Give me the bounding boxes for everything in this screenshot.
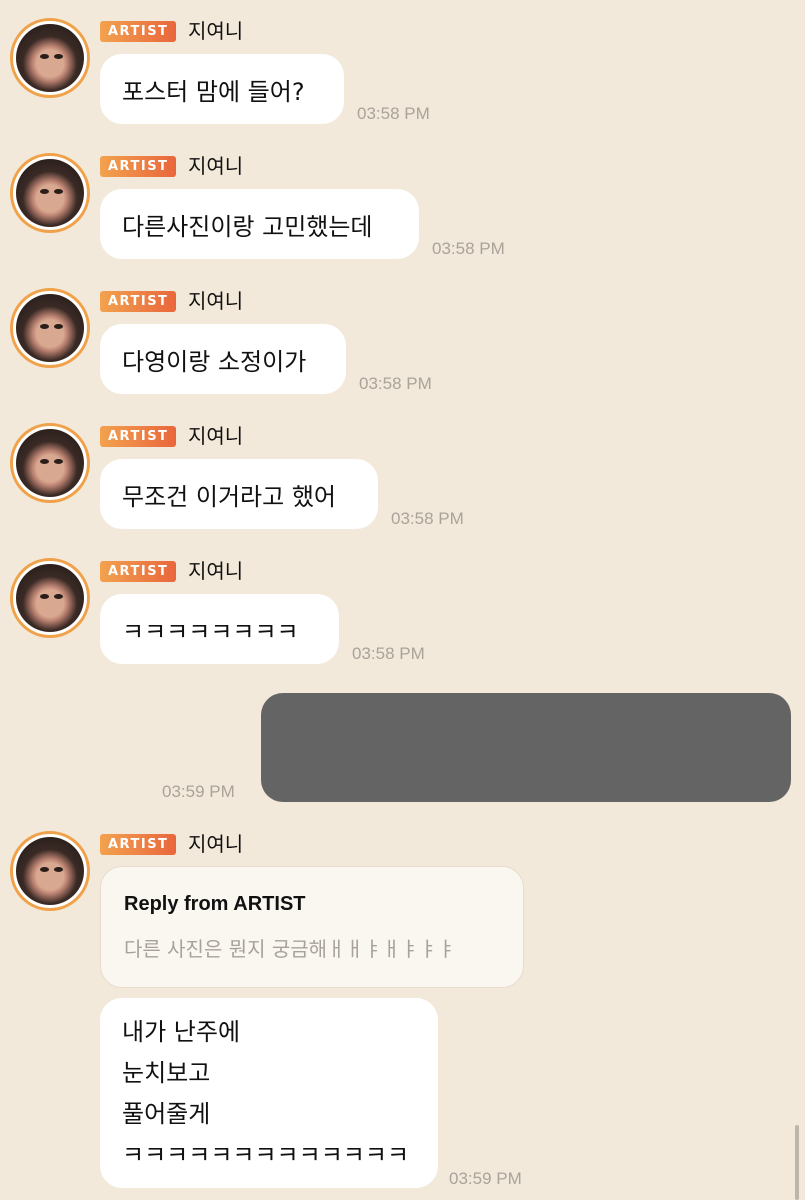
message-bubble[interactable]: 다영이랑 소정이가 xyxy=(100,324,346,394)
avatar-photo xyxy=(16,159,84,227)
artist-avatar[interactable] xyxy=(10,831,90,911)
message-bubble[interactable]: 포스터 맘에 들어? xyxy=(100,54,344,124)
artist-avatar[interactable] xyxy=(10,153,90,233)
message-time: 03:58 PM xyxy=(352,644,425,663)
sender-name: 지여니 xyxy=(188,289,244,313)
message-bubble[interactable]: ㅋㅋㅋㅋㅋㅋㅋㅋ xyxy=(100,594,339,664)
reply-quoted-text: 다른 사진은 뭔지 궁금해ㅐㅐㅑㅐㅑㅑㅑ xyxy=(124,937,456,961)
reply-line: 풀어줄게 xyxy=(122,1100,211,1128)
artist-avatar[interactable] xyxy=(10,423,90,503)
avatar-photo xyxy=(16,429,84,497)
avatar-photo xyxy=(16,564,84,632)
sender-name: 지여니 xyxy=(188,559,244,583)
scrollbar[interactable] xyxy=(795,1125,799,1200)
reply-line: ㅋㅋㅋㅋㅋㅋㅋㅋㅋㅋㅋㅋㅋ xyxy=(122,1141,410,1169)
avatar-photo xyxy=(16,837,84,905)
sender-name: 지여니 xyxy=(188,154,244,178)
my-message-time: 03:59 PM xyxy=(162,782,235,801)
artist-avatar[interactable] xyxy=(10,18,90,98)
artist-badge: ARTIST xyxy=(100,291,177,312)
reply-message-bubble[interactable]: 내가 난주에 눈치보고 풀어줄게 ㅋㅋㅋㅋㅋㅋㅋㅋㅋㅋㅋㅋㅋ xyxy=(100,998,438,1188)
avatar-photo xyxy=(16,24,84,92)
artist-badge: ARTIST xyxy=(100,426,177,447)
avatar-photo xyxy=(16,294,84,362)
message-time: 03:58 PM xyxy=(357,104,430,123)
artist-badge: ARTIST xyxy=(100,561,177,582)
reply-time: 03:59 PM xyxy=(449,1169,522,1188)
artist-badge: ARTIST xyxy=(100,21,177,42)
message-time: 03:58 PM xyxy=(391,509,464,528)
message-time: 03:58 PM xyxy=(432,239,505,258)
message-time: 03:58 PM xyxy=(359,374,432,393)
reply-title: Reply from ARTIST xyxy=(124,893,306,915)
artist-avatar[interactable] xyxy=(10,558,90,638)
reply-quote-card[interactable]: Reply from ARTIST 다른 사진은 뭔지 궁금해ㅐㅐㅑㅐㅑㅑㅑ xyxy=(100,866,524,988)
my-message-bubble[interactable] xyxy=(261,693,791,802)
sender-name: 지여니 xyxy=(188,424,244,448)
artist-badge: ARTIST xyxy=(100,834,177,855)
message-bubble[interactable]: 무조건 이거라고 했어 xyxy=(100,459,378,529)
sender-name: 지여니 xyxy=(188,19,244,43)
sender-name: 지여니 xyxy=(188,832,244,856)
artist-badge: ARTIST xyxy=(100,156,177,177)
reply-line: 내가 난주에 xyxy=(122,1018,241,1046)
artist-avatar[interactable] xyxy=(10,288,90,368)
reply-line: 눈치보고 xyxy=(122,1059,211,1087)
message-bubble[interactable]: 다른사진이랑 고민했는데 xyxy=(100,189,419,259)
